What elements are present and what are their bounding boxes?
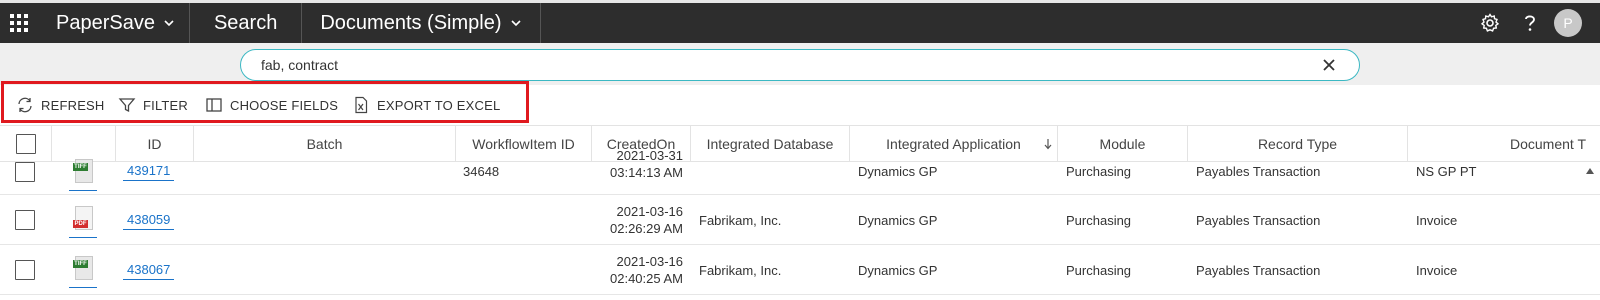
document-id-link[interactable]: 438067 (123, 260, 175, 280)
refresh-label: REFRESH (41, 97, 105, 113)
filter-icon (118, 98, 136, 113)
top-nav-bar: PaperSave Search Documents (Simple) P (0, 0, 1600, 43)
row-select-cell (15, 195, 35, 245)
table-row[interactable]: TIFF 438067 2021-03-16 02:40:25 AM Fabri… (0, 245, 1600, 295)
nav-search[interactable]: Search (190, 3, 303, 43)
table-row[interactable]: TIFF 439171 34648 2021-03-31 03:14:13 AM… (0, 146, 1600, 195)
row-checkbox[interactable] (15, 161, 35, 182)
excel-file-icon (355, 96, 368, 114)
module-cell: Purchasing (1066, 163, 1132, 179)
brand-label: PaperSave (56, 11, 155, 34)
refresh-button[interactable]: REFRESH (16, 93, 105, 117)
clear-search-icon[interactable] (1321, 57, 1337, 73)
view-label: Documents (Simple) (320, 11, 502, 34)
pdf-file-icon[interactable]: PDF (69, 206, 97, 238)
search-strip (0, 43, 1600, 85)
file-type-cell: PDF (69, 195, 97, 245)
app-launcher-icon[interactable] (0, 3, 38, 43)
filter-label: FILTER (143, 97, 189, 113)
row-select-cell (15, 146, 35, 197)
chevron-down-icon (164, 20, 174, 27)
id-cell: 438059 (123, 195, 175, 245)
integrated-application-cell: Dynamics GP (858, 212, 938, 228)
integrated-database-cell: Fabrikam, Inc. (699, 262, 782, 278)
nav-search-label: Search (213, 11, 278, 34)
createdon-cell: 2021-03-16 02:40:25 AM (592, 245, 683, 295)
row-checkbox[interactable] (15, 260, 35, 280)
created-date: 2021-03-16 (616, 254, 684, 269)
refresh-icon (18, 97, 32, 113)
document-id-link[interactable]: 438059 (123, 210, 175, 230)
search-box (240, 49, 1360, 81)
tiff-file-icon[interactable]: TIFF (69, 159, 97, 191)
createdon-cell: 2021-03-16 02:26:29 AM (592, 195, 683, 245)
search-input[interactable] (261, 57, 1301, 73)
choose-fields-button[interactable]: CHOOSE FIELDS (205, 93, 338, 117)
module-cell: Purchasing (1066, 212, 1132, 228)
file-type-cell: TIFF (69, 154, 97, 192)
integrated-database-cell: Fabrikam, Inc. (699, 212, 782, 228)
file-type-tag: TIFF (73, 163, 88, 171)
avatar[interactable]: P (1554, 9, 1582, 37)
document-id-link[interactable]: 439171 (123, 161, 175, 181)
brand-menu[interactable]: PaperSave (38, 3, 190, 43)
document-type-cell: Invoice (1416, 262, 1458, 278)
module-cell: Purchasing (1066, 262, 1132, 278)
created-date: 2021-03-31 (616, 148, 684, 163)
id-cell: 438067 (123, 245, 175, 295)
settings-gear-icon[interactable] (1470, 3, 1510, 43)
row-select-cell (15, 245, 35, 295)
filter-button[interactable]: FILTER (118, 93, 188, 117)
record-type-cell: Payables Transaction (1196, 262, 1321, 278)
workflowitem-id-cell: 34648 (463, 163, 500, 179)
integrated-application-cell: Dynamics GP (858, 163, 938, 179)
document-type-cell: Invoice (1416, 212, 1458, 228)
file-type-cell: TIFF (69, 245, 97, 295)
file-type-tag: PDF (73, 220, 88, 228)
document-type-cell: NS GP PT (1416, 163, 1477, 179)
created-date: 2021-03-16 (616, 204, 684, 219)
export-to-excel-button[interactable]: EXPORT TO EXCEL (352, 93, 500, 117)
record-type-cell: Payables Transaction (1196, 212, 1321, 228)
help-icon[interactable] (1510, 3, 1550, 43)
scroll-up-arrow-icon[interactable] (1586, 168, 1594, 174)
row-checkbox[interactable] (15, 210, 35, 230)
integrated-application-cell: Dynamics GP (858, 262, 938, 278)
createdon-cell: 2021-03-31 03:14:13 AM (592, 146, 683, 196)
columns-icon (206, 98, 222, 112)
id-cell: 439171 (123, 146, 175, 196)
file-type-tag: TIFF (73, 260, 88, 268)
choose-fields-label: CHOOSE FIELDS (230, 97, 339, 113)
grid-toolbar: REFRESH FILTER CHOOSE FIELDS EXPORT TO E… (0, 81, 1600, 125)
chevron-down-icon (510, 20, 521, 27)
record-type-cell: Payables Transaction (1196, 163, 1321, 179)
view-selector[interactable]: Documents (Simple) (302, 3, 541, 43)
created-time: 02:26:29 AM (610, 221, 683, 236)
export-label: EXPORT TO EXCEL (377, 97, 501, 113)
tiff-file-icon[interactable]: TIFF (69, 256, 97, 288)
table-row[interactable]: PDF 438059 2021-03-16 02:26:29 AM Fabrik… (0, 195, 1600, 245)
created-time: 03:14:13 AM (610, 165, 683, 180)
created-time: 02:40:25 AM (610, 271, 683, 286)
